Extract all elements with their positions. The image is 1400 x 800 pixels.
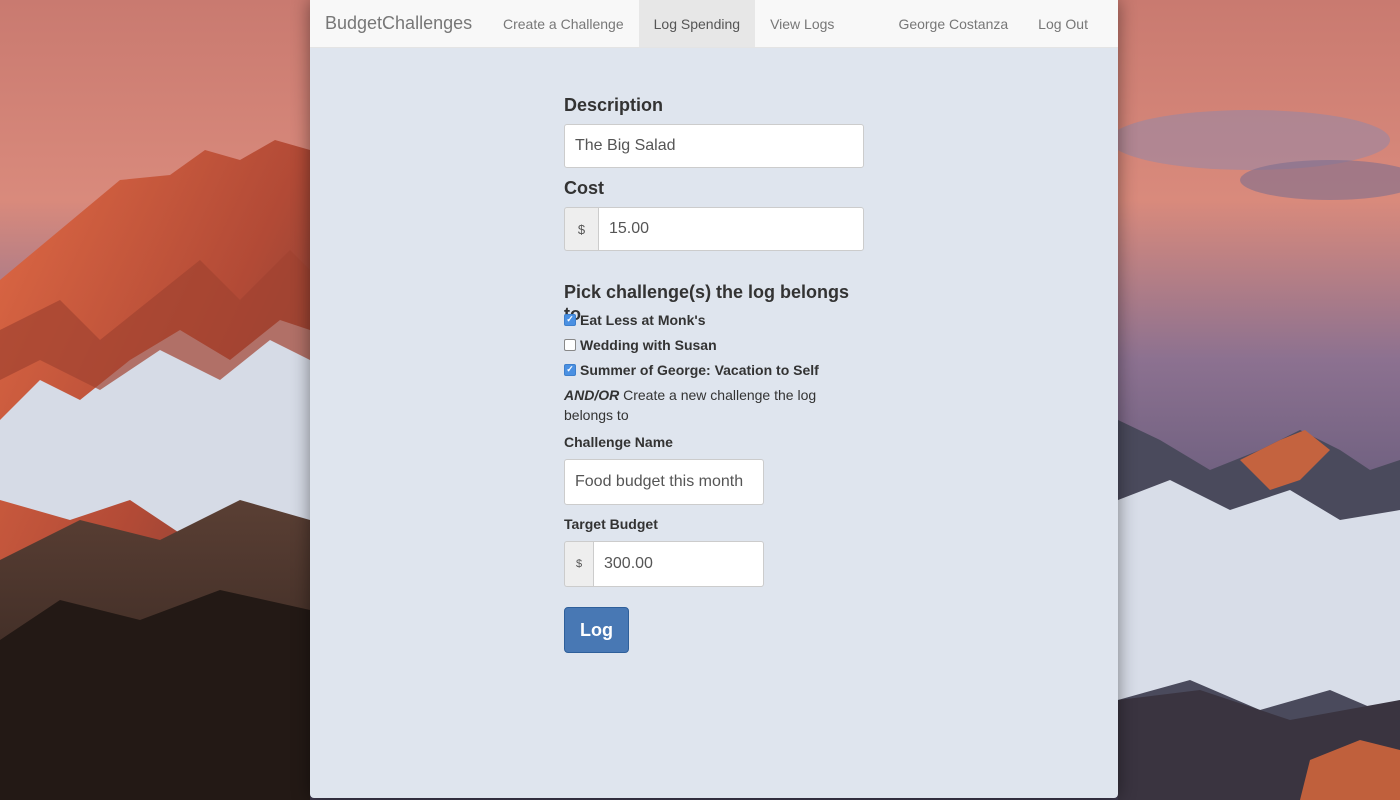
currency-addon: $ [564, 541, 593, 587]
challenge-option[interactable]: ✓ Eat Less at Monk's [564, 307, 864, 332]
nav-log-out[interactable]: Log Out [1023, 0, 1118, 48]
cost-input-group: $ 15.00 [564, 207, 864, 251]
nav-create-challenge[interactable]: Create a Challenge [488, 0, 639, 47]
challenge-name-input[interactable]: Food budget this month [564, 459, 764, 505]
app-window: BudgetChallenges Create a Challenge Log … [310, 0, 1118, 798]
checkbox-checked-icon[interactable]: ✓ [564, 363, 576, 376]
target-budget-input-group: $ 300.00 [564, 541, 764, 587]
cost-input[interactable]: 15.00 [598, 207, 864, 251]
challenge-option[interactable]: Wedding with Susan [564, 332, 864, 357]
andor-note: AND/OR Create a new challenge the log be… [564, 385, 834, 425]
challenge-list: ✓ Eat Less at Monk's Wedding with Susan … [564, 307, 864, 382]
nav-log-spending[interactable]: Log Spending [638, 0, 756, 47]
checkbox-checked-icon[interactable]: ✓ [564, 313, 576, 326]
description-label: Description [564, 95, 664, 115]
target-budget-input[interactable]: 300.00 [593, 541, 764, 587]
nav-user-name[interactable]: George Costanza [883, 0, 1023, 48]
challenge-label: Eat Less at Monk's [580, 311, 706, 328]
description-input[interactable]: The Big Salad [564, 124, 864, 168]
nav-view-logs[interactable]: View Logs [755, 0, 849, 47]
challenge-name-label: Challenge Name [564, 434, 673, 450]
cost-label: Cost [564, 178, 604, 198]
pick-challenges-heading: Pick challenge(s) the log belongs to [564, 282, 850, 324]
challenge-label: Wedding with Susan [580, 336, 717, 353]
challenge-option[interactable]: ✓ Summer of George: Vacation to Self [564, 357, 864, 382]
log-spending-form: Description The Big Salad Cost $ 15.00 P… [564, 94, 864, 653]
challenge-label: Summer of George: Vacation to Self [580, 361, 819, 378]
currency-addon: $ [564, 207, 598, 251]
andor-emphasis: AND/OR [564, 387, 620, 403]
navbar: BudgetChallenges Create a Challenge Log … [310, 0, 1118, 48]
log-button[interactable]: Log [564, 607, 629, 653]
brand-link[interactable]: BudgetChallenges [310, 0, 488, 47]
checkbox-unchecked-icon[interactable] [564, 338, 576, 351]
target-budget-label: Target Budget [564, 516, 658, 532]
